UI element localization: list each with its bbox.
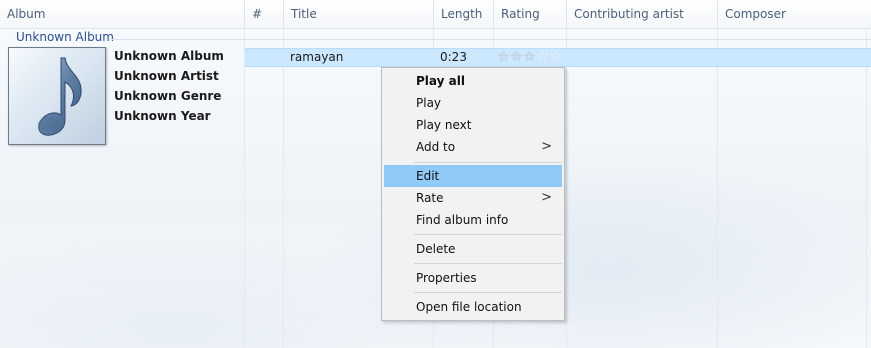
- menu-item-open-file-location[interactable]: Open file location: [384, 296, 562, 318]
- column-divider: [566, 28, 567, 348]
- menu-item-add-to[interactable]: Add to >: [384, 136, 562, 158]
- menu-separator: [414, 263, 562, 264]
- menu-item-play[interactable]: Play: [384, 92, 562, 114]
- column-divider: [283, 28, 284, 348]
- star-icon[interactable]: ☆: [536, 50, 549, 65]
- menu-item-play-all[interactable]: Play all: [384, 70, 562, 92]
- menu-separator: [414, 234, 562, 235]
- track-title: ramayan: [290, 50, 344, 64]
- column-header-rating[interactable]: Rating: [494, 0, 567, 28]
- column-header-bar: Album # Title Length Rating Contributing…: [0, 0, 871, 29]
- star-icon[interactable]: ☆: [523, 50, 536, 65]
- star-icon[interactable]: ☆: [549, 50, 562, 65]
- rating-stars[interactable]: ☆ ☆ ☆ ☆ ☆: [497, 50, 562, 65]
- column-divider: [244, 28, 245, 348]
- group-title[interactable]: Unknown Album: [16, 30, 114, 44]
- column-header-length[interactable]: Length: [434, 0, 494, 28]
- menu-separator: [414, 162, 562, 163]
- album-genre: Unknown Genre: [114, 89, 222, 103]
- album-artist: Unknown Artist: [114, 69, 219, 83]
- column-header-composer[interactable]: Composer: [718, 0, 871, 28]
- star-icon[interactable]: ☆: [510, 50, 523, 65]
- column-header-contributing-artist[interactable]: Contributing artist: [567, 0, 718, 28]
- column-header-number[interactable]: #: [245, 0, 284, 28]
- menu-item-find-album-info[interactable]: Find album info: [384, 209, 562, 231]
- group-divider: [112, 39, 871, 40]
- column-divider: [717, 28, 718, 348]
- submenu-arrow-icon: >: [541, 190, 552, 205]
- menu-separator: [414, 292, 562, 293]
- context-menu: Play all Play Play next Add to > Edit Rat…: [381, 67, 565, 321]
- star-icon[interactable]: ☆: [497, 50, 510, 65]
- album-name: Unknown Album: [114, 49, 224, 63]
- menu-item-edit[interactable]: Edit: [384, 165, 562, 187]
- menu-item-delete[interactable]: Delete: [384, 238, 562, 260]
- submenu-arrow-icon: >: [541, 139, 552, 154]
- menu-item-properties[interactable]: Properties: [384, 267, 562, 289]
- music-note-icon: [38, 57, 82, 136]
- column-header-album[interactable]: Album: [0, 0, 245, 28]
- column-header-title[interactable]: Title: [284, 0, 434, 28]
- album-year: Unknown Year: [114, 109, 211, 123]
- track-length: 0:23: [440, 50, 467, 64]
- album-art[interactable]: [8, 47, 106, 145]
- menu-item-play-next[interactable]: Play next: [384, 114, 562, 136]
- column-divider: [866, 28, 867, 348]
- menu-item-rate[interactable]: Rate >: [384, 187, 562, 209]
